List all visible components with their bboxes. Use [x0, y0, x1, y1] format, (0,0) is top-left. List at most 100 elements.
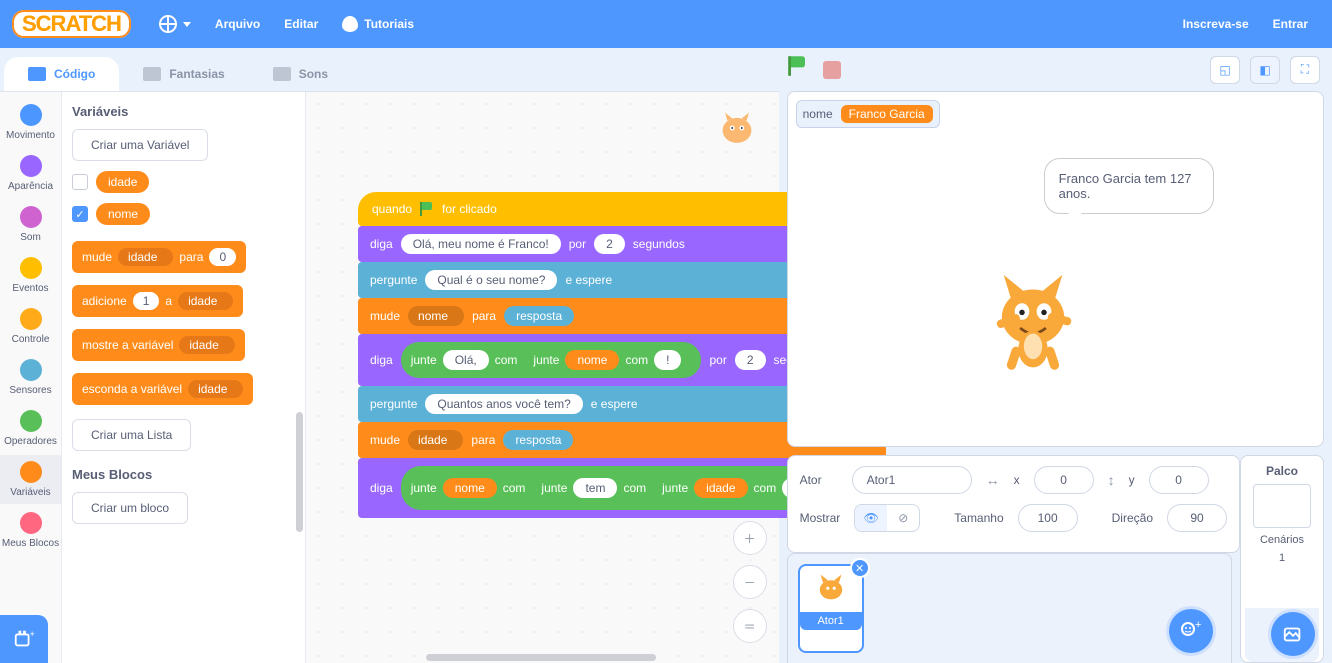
- category-eventos[interactable]: Eventos: [0, 251, 61, 300]
- category-sensores[interactable]: Sensores: [0, 353, 61, 402]
- input-value[interactable]: 0: [209, 248, 236, 266]
- tab-code[interactable]: Código: [4, 57, 119, 91]
- zoom-out-button[interactable]: －: [733, 565, 767, 599]
- reporter-answer[interactable]: resposta: [503, 430, 573, 450]
- fullscreen-button[interactable]: ⛶: [1290, 56, 1320, 84]
- hide-sprite-button[interactable]: ⊘: [887, 505, 919, 531]
- category-aparência[interactable]: Aparência: [0, 149, 61, 198]
- category-meus-blocos[interactable]: Meus Blocos: [0, 506, 61, 555]
- category-controle[interactable]: Controle: [0, 302, 61, 351]
- category-color-dot: [20, 104, 42, 126]
- backdrops-label: Cenários: [1260, 534, 1304, 546]
- backdrops-count: 1: [1279, 552, 1285, 564]
- category-variáveis[interactable]: Variáveis: [0, 455, 61, 504]
- zoom-reset-button[interactable]: ＝: [733, 609, 767, 643]
- y-input[interactable]: 0: [1149, 466, 1209, 494]
- chevron-down-icon: [183, 22, 191, 27]
- code-workspace[interactable]: quando for clicado diga Olá, meu nome é …: [306, 92, 779, 663]
- label-show: Mostrar: [800, 511, 841, 525]
- dropdown-variable[interactable]: idade: [118, 248, 173, 266]
- category-movimento[interactable]: Movimento: [0, 98, 61, 147]
- palette-scrollbar[interactable]: [296, 412, 303, 532]
- block-set-variable[interactable]: mude idade para 0: [72, 241, 246, 273]
- file-menu[interactable]: Arquivo: [203, 0, 272, 48]
- variable-monitor-nome[interactable]: nome Franco Garcia: [796, 100, 940, 128]
- text-input[interactable]: Quantos anos você tem?: [425, 394, 582, 414]
- edit-menu[interactable]: Editar: [272, 0, 330, 48]
- stop-button[interactable]: [823, 61, 841, 79]
- x-input[interactable]: 0: [1034, 466, 1094, 494]
- category-label: Operadores: [4, 436, 57, 447]
- operator-join[interactable]: junte Olá, com junte nome com !: [401, 342, 702, 378]
- category-color-dot: [20, 512, 42, 534]
- show-sprite-button[interactable]: 👁: [855, 505, 887, 531]
- variable-reporter-idade[interactable]: idade: [96, 171, 149, 193]
- large-stage-button[interactable]: ◧: [1250, 56, 1280, 84]
- tab-sounds[interactable]: Sons: [249, 57, 352, 91]
- tutorials-button[interactable]: Tutoriais: [330, 0, 426, 48]
- reporter-answer[interactable]: resposta: [504, 306, 574, 326]
- costumes-icon: [143, 67, 161, 81]
- block-change-variable[interactable]: adicione 1 a idade: [72, 285, 243, 317]
- category-label: Variáveis: [10, 487, 50, 498]
- sprite-list: ✕ Ator1 +: [787, 553, 1232, 663]
- make-list-button[interactable]: Criar uma Lista: [72, 419, 191, 451]
- workspace-h-scrollbar[interactable]: [426, 654, 656, 661]
- block-show-variable[interactable]: mostre a variável idade: [72, 329, 245, 361]
- sounds-icon: [273, 67, 291, 81]
- tutorials-label: Tutoriais: [364, 17, 414, 31]
- dropdown-variable[interactable]: nome: [408, 306, 464, 326]
- sprite-tile-ator1[interactable]: ✕ Ator1: [798, 564, 864, 653]
- number-input[interactable]: 2: [735, 350, 766, 370]
- sprite-on-stage[interactable]: [978, 262, 1088, 372]
- zoom-in-button[interactable]: ＋: [733, 521, 767, 555]
- sprite-tile-name: Ator1: [800, 612, 862, 630]
- dropdown-variable[interactable]: idade: [408, 430, 463, 450]
- make-block-button[interactable]: Criar um bloco: [72, 492, 188, 524]
- category-label: Aparência: [8, 181, 53, 192]
- visibility-toggle[interactable]: 👁 ⊘: [854, 504, 920, 532]
- add-extension-button[interactable]: +: [0, 615, 48, 663]
- text-input[interactable]: Olá, meu nome é Franco!: [401, 234, 561, 254]
- category-operadores[interactable]: Operadores: [0, 404, 61, 453]
- palette-heading-myblocks: Meus Blocos: [72, 467, 295, 482]
- scratch-logo[interactable]: SCRATCH: [12, 10, 131, 38]
- tab-costumes[interactable]: Fantasias: [119, 57, 248, 91]
- dropdown-variable[interactable]: idade: [179, 336, 234, 354]
- sprite-name-input[interactable]: Ator1: [852, 466, 972, 494]
- number-input[interactable]: 2: [594, 234, 625, 254]
- direction-input[interactable]: 90: [1167, 504, 1227, 532]
- label-actor: Ator: [800, 473, 838, 487]
- dropdown-variable[interactable]: idade: [188, 380, 243, 398]
- checkbox-idade[interactable]: [72, 174, 88, 190]
- add-sprite-button[interactable]: +: [1169, 609, 1213, 653]
- variable-reporter[interactable]: nome: [565, 350, 619, 370]
- language-menu[interactable]: [147, 0, 203, 48]
- variable-reporter-nome[interactable]: nome: [96, 203, 150, 225]
- blocks-palette: Variáveis Criar uma Variável idade ✓ nom…: [62, 92, 306, 663]
- add-backdrop-button[interactable]: [1271, 612, 1315, 656]
- dropdown-variable[interactable]: idade: [178, 292, 233, 310]
- label-size: Tamanho: [954, 511, 1003, 525]
- block-hide-variable[interactable]: esconda a variável idade: [72, 373, 253, 405]
- category-som[interactable]: Som: [0, 200, 61, 249]
- checkbox-nome[interactable]: ✓: [72, 206, 88, 222]
- svg-text:+: +: [30, 629, 35, 639]
- text-input[interactable]: Qual é o seu nome?: [425, 270, 557, 290]
- category-label: Movimento: [6, 130, 55, 141]
- delete-sprite-button[interactable]: ✕: [850, 558, 870, 578]
- input-value[interactable]: 1: [133, 292, 160, 310]
- stage[interactable]: nome Franco Garcia Franco Garcia tem 127…: [787, 91, 1324, 447]
- category-color-dot: [20, 206, 42, 228]
- make-variable-button[interactable]: Criar uma Variável: [72, 129, 208, 161]
- green-flag-button[interactable]: [791, 59, 813, 81]
- stage-thumbnail[interactable]: [1253, 484, 1311, 528]
- category-label: Eventos: [12, 283, 48, 294]
- green-flag-icon: [420, 202, 434, 216]
- join-button[interactable]: Inscreva-se: [1171, 0, 1261, 48]
- small-stage-button[interactable]: ◱: [1210, 56, 1240, 84]
- stage-selector[interactable]: Palco Cenários 1: [1240, 455, 1324, 663]
- signin-button[interactable]: Entrar: [1261, 0, 1320, 48]
- size-input[interactable]: 100: [1018, 504, 1078, 532]
- operator-join[interactable]: junte nome com !: [523, 346, 691, 374]
